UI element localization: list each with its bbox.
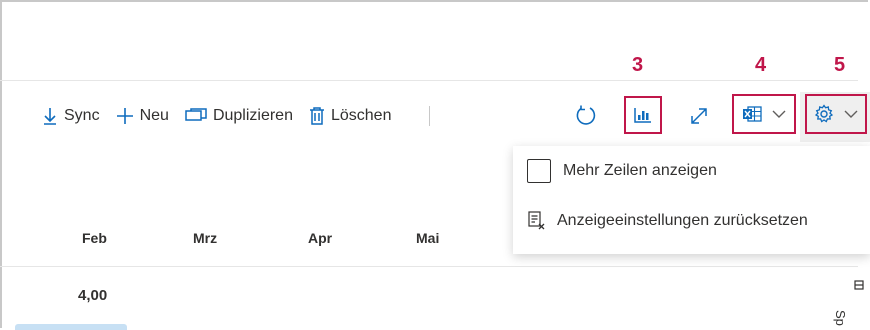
- column-header-mrz[interactable]: Mrz: [193, 230, 217, 246]
- menu-item-label: Anzeigeeinstellungen zurücksetzen: [557, 212, 808, 229]
- sync-label: Sync: [64, 107, 100, 124]
- duplicate-icon: [185, 108, 207, 121]
- column-header-apr[interactable]: Apr: [308, 230, 332, 246]
- excel-icon: [743, 106, 762, 122]
- new-button[interactable]: Neu: [116, 107, 169, 125]
- refresh-icon: [576, 105, 596, 125]
- expand-button[interactable]: [688, 105, 710, 127]
- command-bar: Sync Neu Duplizieren Löschen: [42, 96, 464, 136]
- cell-value-feb[interactable]: 4,00: [78, 287, 107, 304]
- duplicate-button[interactable]: Duplizieren: [185, 107, 293, 125]
- menu-item-label: Mehr Zeilen anzeigen: [563, 162, 717, 179]
- plus-icon: [116, 108, 133, 124]
- column-header-feb[interactable]: Feb: [82, 230, 107, 246]
- checkbox[interactable]: [527, 159, 551, 183]
- divider: [0, 80, 858, 81]
- callout-4: 4: [755, 54, 767, 76]
- side-panel-tab[interactable]: Sp: [833, 270, 870, 330]
- column-header-mai[interactable]: Mai: [416, 230, 439, 246]
- menu-item-reset-view-settings[interactable]: Anzeigeeinstellungen zurücksetzen: [527, 211, 808, 231]
- trash-icon: [309, 107, 324, 125]
- gear-icon: [814, 104, 834, 123]
- panel-icon: [854, 280, 864, 290]
- export-excel-dropdown[interactable]: [734, 96, 794, 132]
- chevron-down-icon: [772, 110, 786, 118]
- delete-button[interactable]: Löschen: [309, 107, 392, 125]
- new-label: Neu: [139, 107, 169, 124]
- delete-label: Löschen: [330, 107, 392, 124]
- expand-icon: [691, 108, 707, 124]
- side-panel-label: Sp: [833, 310, 848, 326]
- settings-menu: Mehr Zeilen anzeigen Anzeigeeinstellunge…: [513, 146, 870, 254]
- download-arrow-icon: [44, 108, 56, 125]
- chart-button[interactable]: [626, 98, 660, 132]
- settings-dropdown[interactable]: [807, 96, 865, 132]
- row-selector-tab[interactable]: [15, 324, 127, 330]
- menu-item-show-more-rows[interactable]: Mehr Zeilen anzeigen: [527, 159, 717, 183]
- toolbar-separator: [429, 106, 431, 126]
- chevron-down-icon: [844, 110, 858, 118]
- refresh-button[interactable]: [574, 104, 598, 128]
- callout-3: 3: [632, 54, 644, 76]
- callout-5: 5: [834, 54, 846, 76]
- reset-list-icon: [528, 211, 545, 230]
- duplicate-label: Duplizieren: [212, 107, 293, 124]
- bar-chart-icon: [634, 108, 651, 123]
- sync-button[interactable]: Sync: [42, 107, 100, 125]
